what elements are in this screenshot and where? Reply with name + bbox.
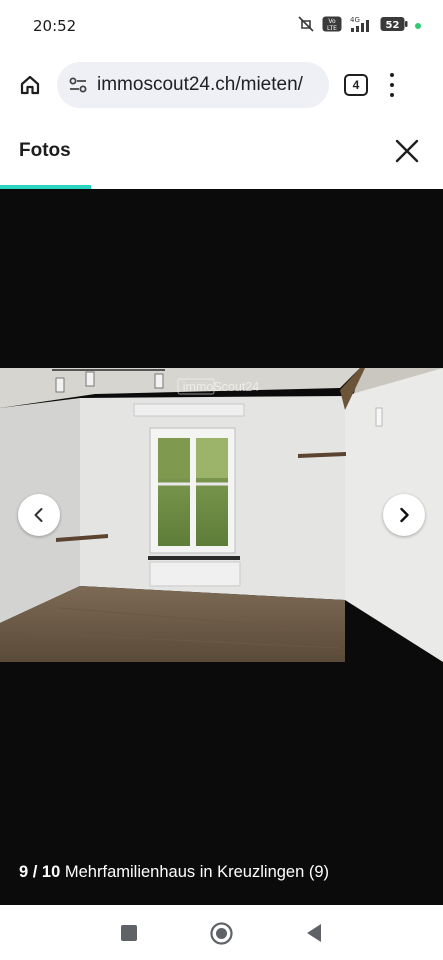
url-text[interactable]: immoscout24.ch/mieten/ [97, 74, 303, 96]
address-bar[interactable]: immoscout24.ch/mieten/ [57, 62, 329, 108]
photo-caption: 9 / 10 Mehrfamilienhaus in Kreuzlingen (… [19, 863, 329, 882]
volte-icon: Vo LTE [322, 16, 342, 37]
home-button[interactable] [13, 68, 47, 102]
close-button[interactable] [394, 138, 420, 164]
watermark: immoScout24 [183, 380, 259, 394]
status-dot [415, 23, 421, 29]
back-triangle-icon[interactable] [305, 923, 323, 943]
photo-viewer: immoScout24 9 / 10 Mehrfamilienhaus in K… [0, 189, 443, 905]
home-icon [20, 75, 40, 95]
chevron-right-icon [400, 507, 409, 523]
previous-photo-button[interactable] [18, 494, 60, 536]
browser-toolbar: immoscout24.ch/mieten/ 4 [0, 52, 443, 118]
status-bar: 20:52 Vo LTE 4G 52 [0, 0, 443, 52]
network-type-text: 4G [350, 16, 360, 24]
next-photo-button[interactable] [383, 494, 425, 536]
battery-icon: 52 [380, 16, 408, 37]
volte-text: Vo [328, 18, 336, 25]
fotos-header: Fotos [0, 118, 443, 189]
tab-switcher-button[interactable]: 4 [344, 74, 368, 96]
android-nav-bar [0, 905, 443, 960]
close-icon [395, 139, 419, 163]
lte-text: LTE [327, 25, 337, 32]
home-circle-icon[interactable] [210, 922, 233, 945]
fotos-tab[interactable]: Fotos [19, 140, 71, 162]
photo-counter: 9 / 10 [19, 863, 61, 881]
status-icons: Vo LTE 4G 52 [297, 15, 421, 38]
battery-level: 52 [386, 20, 400, 31]
more-vert-icon[interactable] [389, 73, 395, 97]
recent-apps-icon[interactable] [121, 925, 137, 941]
chevron-left-icon [34, 508, 43, 522]
status-time: 20:52 [33, 17, 77, 35]
site-settings-icon[interactable] [67, 74, 89, 96]
signal-icon: 4G [349, 15, 373, 38]
tab-count: 4 [352, 78, 360, 92]
room-photo[interactable]: immoScout24 [0, 368, 443, 662]
photo-description: Mehrfamilienhaus in Kreuzlingen (9) [64, 863, 330, 881]
mute-icon [297, 15, 315, 38]
